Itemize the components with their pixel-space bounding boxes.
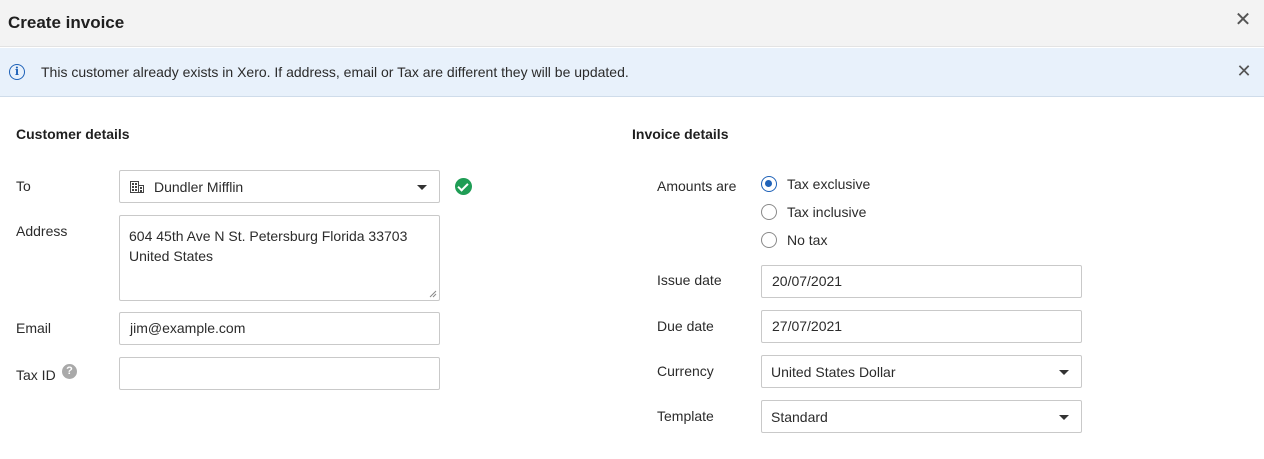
email-label: Email [16, 320, 52, 336]
close-icon[interactable]: ✕ [1232, 9, 1254, 31]
due-date-input[interactable]: 27/07/2021 [761, 310, 1082, 343]
invoice-details-title: Invoice details [632, 126, 729, 142]
banner-message: This customer already exists in Xero. If… [41, 64, 629, 80]
currency-select[interactable]: United States Dollar [761, 355, 1082, 388]
info-icon: i [9, 64, 25, 80]
address-line-2: United States [129, 248, 214, 264]
chevron-down-icon [1059, 415, 1069, 420]
dialog-header: Create invoice ✕ [0, 0, 1264, 47]
due-date-label: Due date [657, 318, 714, 334]
customer-select-value: Dundler Mifflin [154, 179, 244, 195]
address-label: Address [16, 223, 68, 239]
banner-close-icon[interactable]: ✕ [1234, 61, 1254, 81]
customer-select[interactable]: Dundler Mifflin [119, 170, 440, 203]
issue-date-input[interactable]: 20/07/2021 [761, 265, 1082, 298]
chevron-down-icon [417, 185, 427, 190]
help-icon[interactable]: ? [62, 364, 77, 379]
email-input[interactable]: jim@example.com [119, 312, 440, 345]
template-select[interactable]: Standard [761, 400, 1082, 433]
radio-tax-inclusive[interactable] [761, 204, 777, 220]
issue-date-label: Issue date [657, 272, 722, 288]
amounts-label: Amounts are [657, 178, 737, 194]
template-label: Template [657, 408, 714, 424]
template-select-value: Standard [771, 409, 828, 425]
building-icon [130, 181, 144, 193]
radio-no-tax-label[interactable]: No tax [787, 232, 827, 248]
taxid-label: Tax ID [16, 367, 56, 383]
chevron-down-icon [1059, 370, 1069, 375]
resize-handle-icon[interactable] [429, 290, 437, 298]
to-label: To [16, 178, 31, 194]
taxid-input[interactable] [119, 357, 440, 390]
radio-no-tax[interactable] [761, 232, 777, 248]
customer-details-title: Customer details [16, 126, 130, 142]
currency-label: Currency [657, 363, 714, 379]
dialog-title: Create invoice [8, 13, 125, 32]
radio-tax-exclusive[interactable] [761, 176, 777, 192]
radio-tax-inclusive-label[interactable]: Tax inclusive [787, 204, 866, 220]
info-banner: i This customer already exists in Xero. … [0, 48, 1264, 97]
verified-check-icon [455, 178, 472, 195]
address-line-1: 604 45th Ave N St. Petersburg Florida 33… [129, 228, 408, 244]
radio-tax-exclusive-label[interactable]: Tax exclusive [787, 176, 870, 192]
address-textarea[interactable]: 604 45th Ave N St. Petersburg Florida 33… [119, 215, 440, 301]
currency-select-value: United States Dollar [771, 364, 896, 380]
